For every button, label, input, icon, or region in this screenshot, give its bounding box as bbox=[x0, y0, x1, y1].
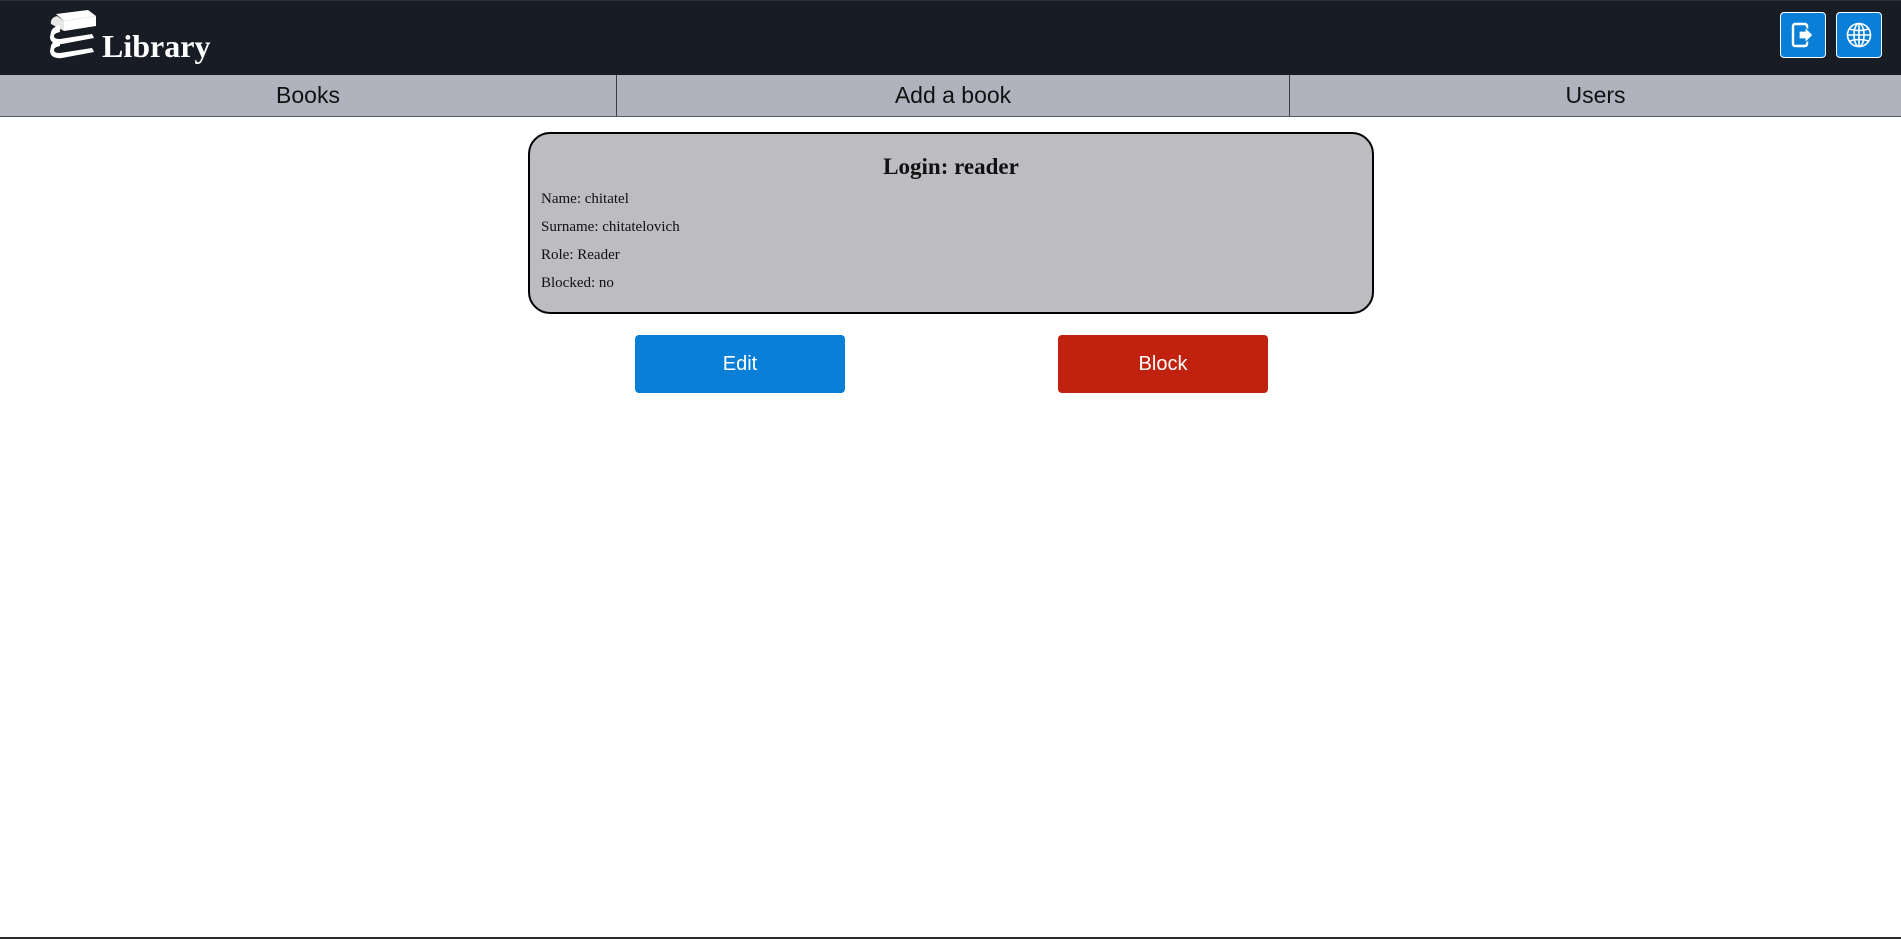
logout-icon bbox=[1791, 22, 1814, 48]
books-stack-icon bbox=[50, 10, 96, 59]
user-role-field: Role: Reader bbox=[541, 247, 620, 263]
edit-button[interactable]: Edit bbox=[635, 335, 845, 393]
nav-item-users[interactable]: Users bbox=[1290, 75, 1901, 116]
main-nav: Books Add a book Users bbox=[0, 75, 1901, 117]
globe-icon bbox=[1846, 22, 1872, 48]
logout-button[interactable] bbox=[1780, 12, 1826, 58]
user-login-title: Login: reader bbox=[883, 154, 1019, 179]
block-button[interactable]: Block bbox=[1058, 335, 1268, 393]
language-button[interactable] bbox=[1836, 12, 1882, 58]
user-card: Login: reader Name: chitatel Surname: ch… bbox=[528, 132, 1374, 314]
header-bar: Library bbox=[0, 0, 1901, 75]
nav-item-add-book[interactable]: Add a book bbox=[617, 75, 1290, 116]
user-blocked-field: Blocked: no bbox=[541, 275, 614, 291]
app-title: Library bbox=[102, 28, 211, 64]
app-logo[interactable]: Library bbox=[48, 10, 210, 66]
nav-item-books[interactable]: Books bbox=[0, 75, 617, 116]
user-name-field: Name: chitatel bbox=[541, 191, 629, 207]
user-surname-field: Surname: chitatelovich bbox=[541, 219, 680, 235]
